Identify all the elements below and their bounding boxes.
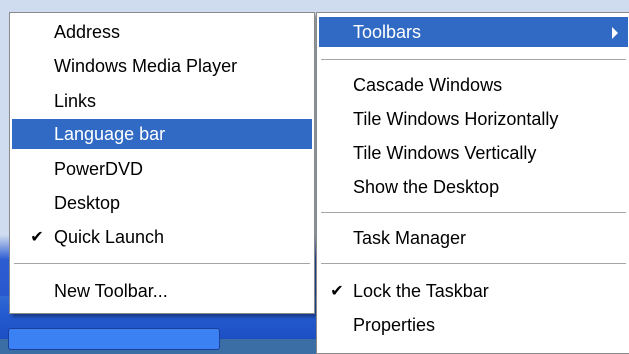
menu-item-properties[interactable]: Properties [319, 310, 628, 340]
menu-separator [321, 212, 626, 213]
menu-item-new-toolbar[interactable]: New Toolbar... [12, 276, 312, 306]
menu-item-label: Windows Media Player [54, 56, 238, 76]
menu-item-address[interactable]: Address [12, 17, 312, 47]
checkmark-icon: ✔ [30, 229, 44, 246]
menu-item-links[interactable]: Links [12, 86, 312, 116]
menu-item-label: Tile Windows Horizontally [353, 109, 559, 129]
menu-item-label: Show the Desktop [353, 177, 500, 197]
menu-item-cascade-windows[interactable]: Cascade Windows [319, 70, 628, 100]
menu-item-label: Links [54, 91, 97, 111]
menu-separator [321, 59, 626, 60]
menu-item-label: Task Manager [353, 228, 467, 248]
menu-item-label: Quick Launch [54, 227, 165, 247]
menu-item-label: PowerDVD [54, 159, 144, 179]
menu-item-label: Language bar [54, 124, 166, 144]
menu-item-label: Toolbars [353, 22, 422, 42]
menu-item-windows-media-player[interactable]: Windows Media Player [12, 51, 312, 81]
menu-item-task-manager[interactable]: Task Manager [319, 223, 628, 253]
menu-item-lock-taskbar[interactable]: ✔ Lock the Taskbar [319, 276, 628, 306]
menu-separator [321, 263, 626, 264]
menu-item-label: Desktop [54, 193, 121, 213]
menu-item-label: Properties [353, 315, 436, 335]
menu-item-tile-horizontally[interactable]: Tile Windows Horizontally [319, 104, 628, 134]
toolbars-submenu: Address Windows Media Player Links Langu… [9, 12, 315, 314]
menu-item-tile-vertically[interactable]: Tile Windows Vertically [319, 138, 628, 168]
menu-item-label: New Toolbar... [54, 281, 168, 301]
menu-item-label: Cascade Windows [353, 75, 503, 95]
menu-item-show-desktop[interactable]: Show the Desktop [319, 172, 628, 202]
menu-item-language-bar[interactable]: Language bar [12, 119, 312, 149]
menu-item-toolbars[interactable]: Toolbars [319, 17, 628, 47]
taskbar-context-menu: Toolbars Cascade Windows Tile Windows Ho… [316, 12, 629, 354]
menu-item-label: Lock the Taskbar [353, 281, 489, 301]
menu-item-powerdvd[interactable]: PowerDVD [12, 154, 312, 184]
submenu-arrow-icon [612, 27, 618, 39]
menu-item-quick-launch[interactable]: ✔ Quick Launch [12, 222, 312, 252]
menu-item-desktop[interactable]: Desktop [12, 188, 312, 218]
taskbar-button[interactable] [8, 328, 220, 350]
menu-separator [14, 263, 310, 264]
menu-item-label: Address [54, 22, 121, 42]
checkmark-icon: ✔ [330, 283, 344, 300]
menu-item-label: Tile Windows Vertically [353, 143, 537, 163]
